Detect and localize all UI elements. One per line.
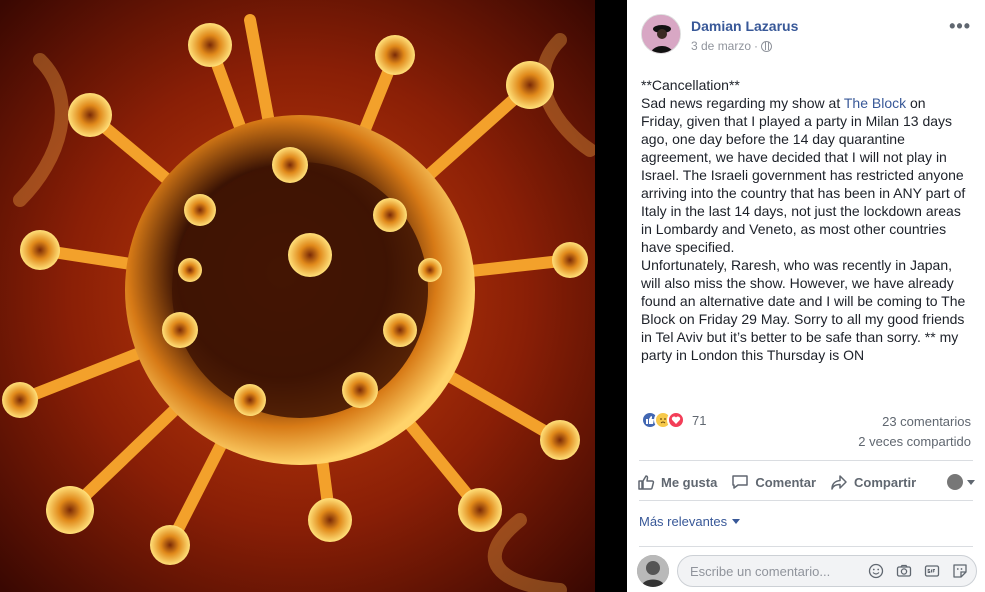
author-name[interactable]: Damian Lazarus <box>691 18 798 34</box>
the-block-link[interactable]: The Block <box>844 95 906 111</box>
like-button[interactable]: Me gusta <box>637 473 717 491</box>
comments-count[interactable]: 23 comentarios <box>858 412 971 432</box>
comment-composer <box>637 555 977 587</box>
post-title-line: **Cancellation** <box>641 77 740 93</box>
comment-sort-selector[interactable]: Más relevantes <box>639 514 741 529</box>
like-label: Me gusta <box>661 474 718 490</box>
love-reaction-icon <box>667 411 685 429</box>
share-icon <box>831 475 847 490</box>
reaction-count: 71 <box>692 412 707 428</box>
comment-label: Comentar <box>755 474 817 490</box>
globe-icon <box>761 40 773 52</box>
virus-image <box>0 0 595 592</box>
post-photo[interactable] <box>0 0 595 592</box>
share-button[interactable]: Compartir <box>830 473 916 491</box>
reactions-summary[interactable]: 71 <box>641 409 706 431</box>
composer-icons <box>866 561 970 581</box>
share-label: Compartir <box>854 474 917 490</box>
chevron-down-icon <box>967 479 975 485</box>
comment-input-wrapper <box>677 555 977 587</box>
comment-input[interactable] <box>690 563 866 579</box>
separator <box>595 0 627 592</box>
comment-icon <box>732 475 749 489</box>
viewer-avatar <box>947 474 963 490</box>
divider <box>639 500 973 501</box>
author-avatar[interactable] <box>641 14 681 54</box>
post-panel: Damian Lazarus 3 de marzo · ••• **Cancel… <box>627 0 985 592</box>
shares-count[interactable]: 2 veces compartido <box>858 432 971 452</box>
post-date[interactable]: 3 de marzo <box>691 39 751 53</box>
viewer-avatar <box>637 555 669 587</box>
divider <box>639 460 973 461</box>
sort-label: Más relevantes <box>639 514 728 529</box>
chevron-down-icon <box>732 519 741 524</box>
emoji-icon[interactable] <box>866 561 886 581</box>
gif-icon[interactable] <box>922 561 942 581</box>
post-paragraph-1: Sad news regarding my show at The Block … <box>641 95 966 255</box>
comment-button[interactable]: Comentar <box>731 473 816 491</box>
like-icon <box>638 475 655 490</box>
camera-icon[interactable] <box>894 561 914 581</box>
audience-selector[interactable] <box>947 474 975 490</box>
post-stats: 23 comentarios 2 veces compartido <box>858 412 971 452</box>
action-bar: Me gusta Comentar Compartir <box>637 468 975 496</box>
sticker-icon[interactable] <box>950 561 970 581</box>
meta-dot: · <box>754 39 759 53</box>
post-meta: 3 de marzo · <box>691 39 773 53</box>
post-text: **Cancellation** Sad news regarding my s… <box>641 76 971 364</box>
divider <box>639 546 973 547</box>
more-icon[interactable]: ••• <box>949 16 971 37</box>
post-header: Damian Lazarus 3 de marzo · ••• <box>641 14 975 58</box>
post-paragraph-2: Unfortunately, Raresh, who was recently … <box>641 257 966 363</box>
